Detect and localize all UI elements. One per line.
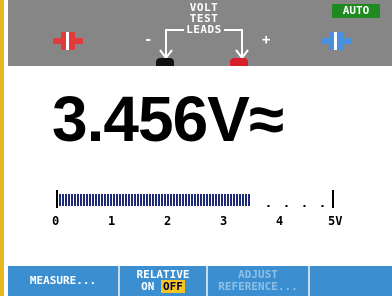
auto-range-badge: AUTO [332, 4, 380, 18]
bargraph-segment [80, 194, 82, 206]
bargraph-segment [128, 194, 130, 206]
bargraph-segment [83, 194, 85, 206]
bargraph-segment [164, 194, 166, 206]
bargraph-segment [149, 194, 151, 206]
bargraph-segment [245, 194, 247, 206]
bargraph-segment [107, 194, 109, 206]
bargraph-segment [167, 194, 169, 206]
bargraph-segment [176, 194, 178, 206]
bargraph-segment [221, 194, 223, 206]
bargraph-dot [321, 205, 324, 207]
reading-unit: V [207, 83, 250, 155]
bargraph-segment [122, 194, 124, 206]
bargraph-segment [155, 194, 157, 206]
lead-wiring-icon [159, 29, 249, 60]
bargraph-scale [56, 190, 334, 208]
bargraph-segment [131, 194, 133, 206]
softkey-divider [308, 266, 310, 296]
bargraph-segment [59, 194, 61, 206]
bargraph-segment [95, 194, 97, 206]
bargraph-segment [161, 194, 163, 206]
bargraph-segment [134, 194, 136, 206]
bargraph-segment [215, 194, 217, 206]
bargraph-segment [188, 194, 190, 206]
negative-terminal-label: - [144, 32, 153, 48]
bargraph-segment [140, 194, 142, 206]
bargraph-segment [137, 194, 139, 206]
scale-label-0: 0 [52, 214, 60, 228]
reading-value: 3.456 [52, 83, 208, 155]
relative-button[interactable]: RELATIVE ON OFF [120, 266, 206, 296]
bargraph-segment [158, 194, 160, 206]
black-lead-icon [156, 58, 174, 66]
positive-terminal-label: + [262, 32, 271, 48]
bargraph-segment [239, 194, 241, 206]
bargraph-segment [152, 194, 154, 206]
relative-on-option: ON [141, 280, 155, 293]
bargraph-segment [200, 194, 202, 206]
measure-button[interactable]: MEASURE... [8, 266, 118, 296]
bargraph-segment [233, 194, 235, 206]
bargraph-segment [194, 194, 196, 206]
bargraph-segment [104, 194, 106, 206]
bargraph-segment [119, 194, 121, 206]
scale-label-3: 3 [220, 214, 228, 228]
bargraph-segment [185, 194, 187, 206]
reference-label: REFERENCE... [218, 280, 298, 293]
bargraph-segment [230, 194, 232, 206]
bargraph-segment [68, 194, 70, 206]
bargraph-segment [206, 194, 208, 206]
bargraph-segment [74, 194, 76, 206]
relative-off-option: OFF [161, 280, 185, 293]
bargraph-segment [98, 194, 100, 206]
bargraph-segment [170, 194, 172, 206]
bargraph-segment [86, 194, 88, 206]
meter-screen: VOLT TEST LEADS - + AUTO 3.456V≈ 0 1 2 3… [0, 0, 392, 296]
scale-label-4: 4 [276, 214, 284, 228]
bargraph-segment [92, 194, 94, 206]
bargraph-segment [101, 194, 103, 206]
bargraph-segment [248, 194, 250, 206]
bargraph-segment [242, 194, 244, 206]
bargraph-end-marker [332, 190, 334, 208]
bargraph-dot [267, 205, 270, 207]
bargraph-segment [173, 194, 175, 206]
bargraph-segment [203, 194, 205, 206]
bargraph-zero-marker [56, 190, 58, 208]
bargraph-segment [191, 194, 193, 206]
adjust-reference-button[interactable]: ADJUST REFERENCE... [208, 266, 308, 296]
scale-label-1: 1 [108, 214, 116, 228]
bargraph-segment [209, 194, 211, 206]
bargraph-segment [113, 194, 115, 206]
bargraph-segment [182, 194, 184, 206]
ac-dc-symbol: ≈ [248, 83, 284, 155]
bargraph-segment [143, 194, 145, 206]
scale-label-2: 2 [164, 214, 172, 228]
bargraph-segment [218, 194, 220, 206]
bargraph-segment [116, 194, 118, 206]
bargraph-segment [125, 194, 127, 206]
right-probe-icon [321, 32, 351, 50]
bargraph-segment [197, 194, 199, 206]
bargraph-segment [62, 194, 64, 206]
main-reading: 3.456V≈ [52, 83, 284, 155]
bargraph-segment [179, 194, 181, 206]
bargraph-segment [227, 194, 229, 206]
bargraph-segment [224, 194, 226, 206]
bargraph-dot [285, 205, 288, 207]
bargraph: 0 1 2 3 4 5V [52, 190, 342, 228]
red-lead-icon [230, 58, 248, 66]
bargraph-segment [212, 194, 214, 206]
bargraph-segment [146, 194, 148, 206]
bargraph-segment [236, 194, 238, 206]
bargraph-segment [89, 194, 91, 206]
bargraph-segment [110, 194, 112, 206]
bargraph-segment [65, 194, 67, 206]
left-probe-icon [53, 32, 83, 50]
scale-label-5v: 5V [328, 214, 343, 228]
bargraph-segment [71, 194, 73, 206]
bargraph-dot [303, 205, 306, 207]
bargraph-segment [77, 194, 79, 206]
